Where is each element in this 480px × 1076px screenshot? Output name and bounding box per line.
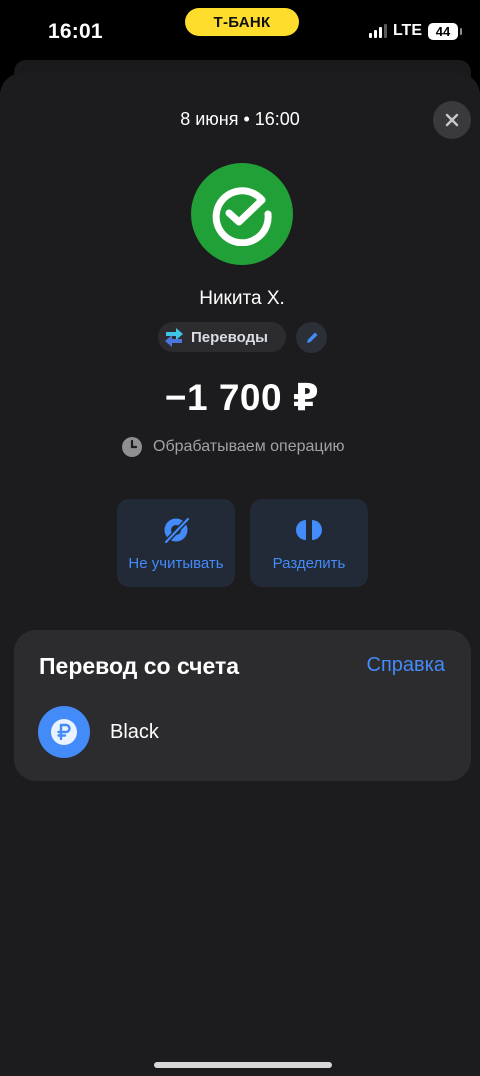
account-avatar: [38, 706, 90, 758]
account-row[interactable]: Black: [38, 706, 159, 758]
counterparty-name: Никита Х.: [199, 288, 285, 309]
transaction-date: 8 июня • 16:00: [180, 109, 300, 129]
account-name: Black: [110, 720, 159, 743]
transaction-amount: −1 700 ₽: [164, 377, 320, 418]
clock-icon: [122, 437, 142, 457]
status-bar: 16:01 Т-БАНК LTE 44: [0, 0, 480, 64]
signal-icon: [368, 24, 387, 38]
ruble-icon: [51, 719, 77, 745]
status-indicators: LTE 44: [368, 22, 462, 40]
category-chip[interactable]: Переводы: [158, 322, 286, 352]
network-type: LTE: [392, 22, 422, 39]
split-button[interactable]: Разделить: [250, 499, 368, 587]
battery-icon: 44: [428, 22, 462, 40]
counterparty-avatar: [191, 163, 293, 265]
edit-category-button[interactable]: [296, 322, 327, 353]
home-indicator[interactable]: [154, 1062, 332, 1068]
close-button[interactable]: [433, 101, 471, 139]
eye-off-icon: [163, 516, 191, 545]
split-icon: [296, 520, 322, 540]
transfer-arrows-icon: [165, 328, 183, 347]
category-label: Переводы: [191, 328, 268, 346]
processing-status: Обрабатываем операцию: [121, 436, 345, 458]
close-icon: [445, 113, 459, 127]
split-button-label: Разделить: [272, 555, 346, 572]
sber-logo-icon: [212, 187, 272, 246]
bank-island-badge: Т-БАНК: [185, 8, 299, 36]
ignore-button-label: Не учитывать: [128, 555, 224, 572]
status-time: 16:01: [48, 20, 103, 43]
help-link[interactable]: Справка: [367, 654, 445, 677]
source-account-title: Перевод со счета: [39, 653, 240, 679]
source-account-card: Перевод со счета Справка Black: [14, 630, 471, 781]
ignore-button[interactable]: Не учитывать: [117, 499, 235, 587]
pencil-icon: [306, 332, 317, 343]
screen: 16:01 Т-БАНК LTE 44 8 июня • 16:00 Никит…: [0, 0, 480, 1076]
processing-status-text: Обрабатываем операцию: [153, 438, 345, 455]
